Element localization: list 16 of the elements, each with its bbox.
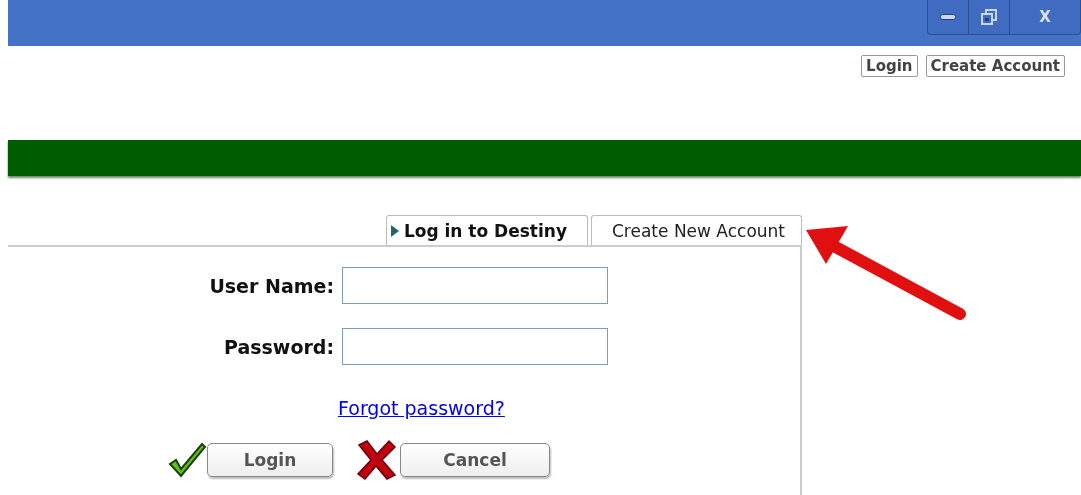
input-field[interactable] [342, 328, 608, 365]
minimize-icon [940, 14, 956, 20]
checkmark-icon [168, 442, 206, 478]
tab[interactable]: Create New Account [591, 215, 802, 245]
cross-icon [355, 439, 399, 481]
header-link-button[interactable]: Login [861, 55, 918, 77]
field-label: User Name: [208, 274, 334, 297]
cancel-button[interactable]: Cancel [400, 443, 550, 477]
tab[interactable]: Log in to Destiny [385, 215, 588, 245]
forgot-password-link[interactable]: Forgot password? [338, 397, 608, 419]
triangle-icon [390, 224, 399, 237]
restore-icon [981, 9, 997, 25]
field-label: Password: [222, 335, 334, 358]
login-button[interactable]: Login [207, 443, 333, 477]
input-field[interactable] [342, 267, 608, 304]
header-link-button[interactable]: Create Account [925, 55, 1065, 77]
